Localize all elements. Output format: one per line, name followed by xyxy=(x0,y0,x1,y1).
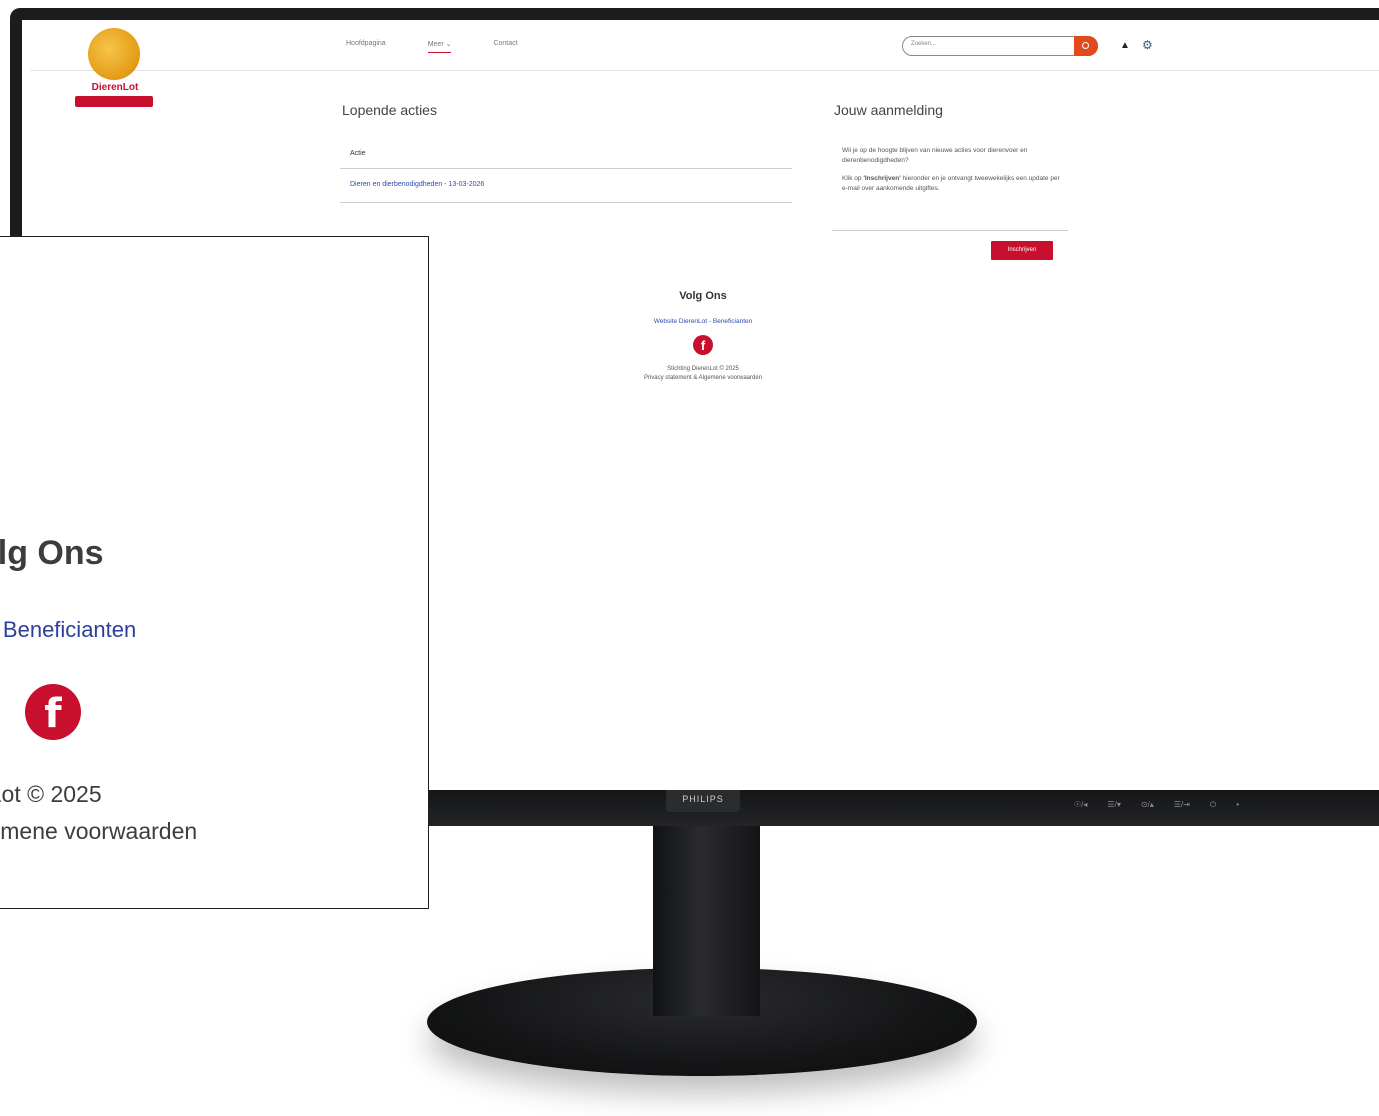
osd-button: ⊙/▴ xyxy=(1140,800,1154,809)
nav-item-home[interactable]: Hoofdpagina xyxy=(346,40,386,53)
aanmelding-paragraph-2: Klik op 'Inschrijven' hieronder en je on… xyxy=(842,174,1062,194)
user-settings-icon[interactable]: ⚙ xyxy=(1142,38,1153,52)
nav-item-contact[interactable]: Contact xyxy=(493,40,517,53)
site-footer: Volg Ons Website DierenLot - Beneficiant… xyxy=(602,290,804,383)
osd-button: ☰/⇥ xyxy=(1173,800,1190,809)
footer-zoom-inset: olg Ons renLot - Beneficianten f DierenL… xyxy=(0,236,429,909)
osd-button: ⏻ xyxy=(1209,800,1217,809)
dierenlot-logo[interactable]: DierenLot xyxy=(75,28,153,114)
zoom-footer-copyright: DierenLot © 2025 xyxy=(0,781,102,807)
zoom-footer-legal[interactable]: t & Algemene voorwaarden xyxy=(0,818,197,845)
search-button[interactable] xyxy=(1074,36,1098,56)
inschrijven-button[interactable]: Inschrijven xyxy=(991,241,1053,260)
aanmelding-title: Jouw aanmelding xyxy=(834,102,943,118)
footer-title: Volg Ons xyxy=(679,290,727,302)
logo-text: DierenLot xyxy=(91,82,139,93)
footer-legal-link[interactable]: Privacy statement & Algemene voorwaarden xyxy=(602,374,804,383)
osd-button: ☉/◂ xyxy=(1074,800,1088,809)
search-box[interactable]: Zoeken... xyxy=(902,36,1098,56)
aanmelding-text: Wil je op de hoogte blijven van nieuwe a… xyxy=(842,146,1062,202)
lopende-acties-title: Lopende acties xyxy=(342,102,437,118)
facebook-icon[interactable]: f xyxy=(693,335,713,355)
table-row: Dieren en dierbenodigdheden - 13-03-2026 xyxy=(340,172,792,203)
zoom-footer-link[interactable]: renLot - Beneficianten xyxy=(0,617,136,643)
logo-ribbon xyxy=(75,96,153,107)
nav-item-more[interactable]: Meer ⌄ xyxy=(427,40,452,53)
logo-animals-icon xyxy=(88,28,140,80)
aanmelding-paragraph: Wil je op de hoogte blijven van nieuwe a… xyxy=(842,147,1028,164)
paragraph-bold: 'Inschrijven' xyxy=(863,175,901,182)
footer-copyright: Stichting DierenLot © 2025 xyxy=(667,366,739,372)
monitor-stand-neck xyxy=(653,826,760,1016)
search-input[interactable]: Zoeken... xyxy=(911,41,936,47)
actie-link[interactable]: Dieren en dierbenodigdheden - 13-03-2026 xyxy=(350,181,484,188)
site-header: DierenLot Hoofdpagina Meer ⌄ Contact Zoe… xyxy=(30,20,1379,107)
divider xyxy=(832,230,1068,231)
bell-icon[interactable]: ▲ xyxy=(1120,40,1130,51)
osd-button: • xyxy=(1236,800,1240,809)
monitor-osd-buttons: ☉/◂ ☰/▾ ⊙/▴ ☰/⇥ ⏻ • xyxy=(1074,800,1239,810)
zoom-footer-title: olg Ons xyxy=(0,534,104,572)
acties-table-header: Actie xyxy=(340,150,792,169)
footer-website-link[interactable]: Website DierenLot - Beneficianten xyxy=(602,318,804,325)
column-header-actie: Actie xyxy=(350,150,366,157)
main-nav: Hoofdpagina Meer ⌄ Contact xyxy=(346,40,518,53)
paragraph-text: Klik op xyxy=(842,175,864,182)
zoom-facebook-icon[interactable]: f xyxy=(25,684,81,740)
osd-button: ☰/▾ xyxy=(1107,800,1121,809)
